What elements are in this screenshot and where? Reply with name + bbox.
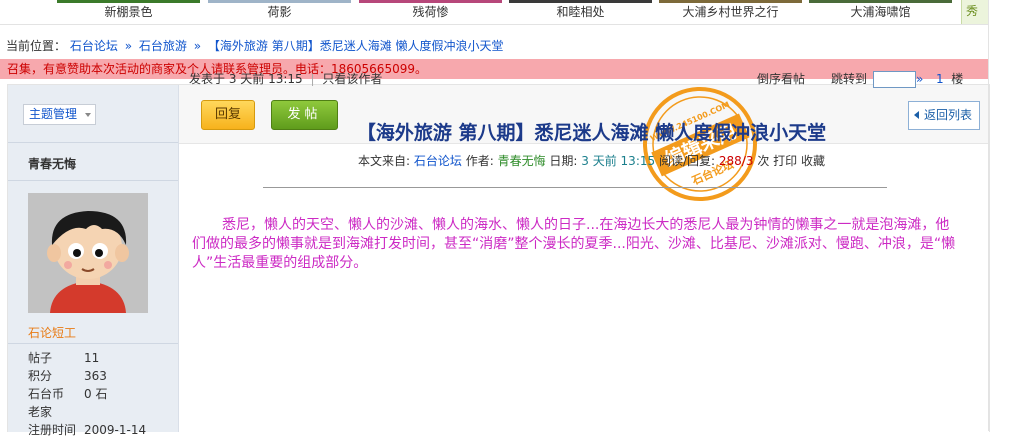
thumbnail-caption[interactable]: 残荷惨 bbox=[359, 4, 502, 20]
thumbnail-caption[interactable]: 大浦乡村世界之行 bbox=[659, 4, 802, 20]
avatar[interactable] bbox=[28, 193, 148, 313]
topic-manage-select[interactable]: 主题管理 bbox=[23, 104, 96, 125]
avatar-image bbox=[28, 193, 148, 313]
stat-label: 积分 bbox=[28, 369, 53, 383]
stat-value: 11 bbox=[84, 351, 100, 365]
strip-more-tab[interactable]: 秀 bbox=[961, 0, 989, 24]
author-only-link[interactable]: 只看该作者 bbox=[322, 72, 382, 86]
views-unit: 次 bbox=[757, 154, 770, 168]
post-body: 悉尼，懒人的天空、懒人的沙滩、懒人的海水、懒人的日子...在海边长大的悉尼人最为… bbox=[192, 217, 956, 271]
post-date: 3 天前 13:15 bbox=[581, 154, 656, 168]
source-label: 本文来自: bbox=[357, 154, 411, 168]
stat-value: 0 石 bbox=[84, 387, 108, 401]
thumbnail-image[interactable] bbox=[509, 0, 652, 3]
thumbnail-caption[interactable]: 和睦相处 bbox=[509, 4, 652, 20]
views-label: 阅读/回复: bbox=[658, 154, 716, 168]
date-label: 日期: bbox=[549, 154, 578, 168]
breadcrumb: 当前位置： 石台论坛 » 石台旅游 » 【海外旅游 第八期】悉尼迷人海滩 懒人度… bbox=[6, 38, 504, 54]
page-edge bbox=[988, 0, 989, 431]
thumbnail-item[interactable]: 新棚景色 bbox=[57, 0, 200, 24]
breadcrumb-link-forum[interactable]: 石台论坛 bbox=[70, 39, 118, 53]
stat-label: 帖子 bbox=[28, 351, 53, 365]
stat-label: 注册时间 bbox=[28, 423, 77, 437]
thumbnail-strip: 新棚景色 荷影 残荷惨 和睦相处 大浦乡村世界之行 大浦海啸馆 秀 bbox=[0, 0, 989, 25]
stat-value: 363 bbox=[84, 369, 107, 383]
posted-prefix: 发表于 bbox=[189, 72, 226, 86]
breadcrumb-link-thread[interactable]: 【海外旅游 第八期】悉尼迷人海滩 懒人度假冲浪小天堂 bbox=[208, 39, 504, 53]
strip-more-label[interactable]: 秀 bbox=[966, 2, 978, 19]
favorite-link[interactable]: 收藏 bbox=[801, 154, 825, 168]
views-count: 288/3 bbox=[718, 154, 754, 168]
meta-divider: | bbox=[310, 72, 315, 86]
thumbnail-caption[interactable]: 荷影 bbox=[208, 4, 351, 20]
breadcrumb-link-travel[interactable]: 石台旅游 bbox=[139, 39, 187, 53]
floor-label: 楼 bbox=[951, 72, 964, 86]
breadcrumb-separator: » bbox=[193, 39, 202, 53]
sidebar-divider bbox=[8, 343, 178, 344]
stat-label: 老家 bbox=[28, 405, 53, 419]
posted-time: 3 天前 13:15 bbox=[228, 72, 303, 86]
sidebar-divider bbox=[8, 180, 178, 181]
floor-number: 1 楼 bbox=[936, 71, 963, 87]
thumbnail-item[interactable]: 残荷惨 bbox=[359, 0, 502, 24]
author-sidebar: 主题管理 青春无悔 石论短工 帖子 11 积分 363 石台币 0 石 老家 注… bbox=[8, 85, 179, 437]
breadcrumb-prefix: 当前位置： bbox=[6, 39, 67, 53]
thumbnail-image[interactable] bbox=[809, 0, 952, 3]
thumbnail-item[interactable]: 荷影 bbox=[208, 0, 351, 24]
post-source-line: 本文来自: 石台论坛 作者: 青春无悔 日期: 3 天前 13:15 阅读/回复… bbox=[171, 152, 1012, 169]
title-divider bbox=[263, 187, 887, 188]
thumbnail-image[interactable] bbox=[57, 0, 200, 3]
thumbnail-image[interactable] bbox=[659, 0, 802, 3]
author-label: 作者: bbox=[465, 154, 494, 168]
topic-manage-label[interactable]: 主题管理 bbox=[29, 107, 77, 122]
author-rank[interactable]: 石论短工 bbox=[28, 324, 76, 341]
thumbnail-caption[interactable]: 大浦海啸馆 bbox=[809, 4, 952, 20]
author-link[interactable]: 青春无悔 bbox=[498, 154, 546, 168]
thumbnail-item[interactable]: 大浦乡村世界之行 bbox=[659, 0, 802, 24]
thumbnail-image[interactable] bbox=[359, 0, 502, 3]
print-link[interactable]: 打印 bbox=[773, 154, 797, 168]
thumbnail-image[interactable] bbox=[208, 0, 351, 3]
goto-label: 跳转到 bbox=[831, 72, 868, 86]
thumbnail-item[interactable]: 大浦海啸馆 bbox=[809, 0, 952, 24]
floor-number-link[interactable]: 1 bbox=[936, 72, 944, 86]
post-title: 【海外旅游 第八期】悉尼迷人海滩 懒人度假冲浪小天堂 bbox=[356, 122, 827, 144]
post-meta: 发表于 3 天前 13:15 | 只看该作者 bbox=[189, 71, 382, 87]
author-username[interactable]: 青春无悔 bbox=[28, 155, 76, 172]
thumbnail-item[interactable]: 和睦相处 bbox=[509, 0, 652, 24]
goto-arrow-icon[interactable]: » bbox=[916, 71, 923, 87]
stat-value: 2009-1-14 bbox=[84, 423, 147, 437]
chevron-down-icon[interactable] bbox=[85, 113, 91, 117]
sidebar-divider bbox=[8, 142, 178, 143]
stat-label: 石台币 bbox=[28, 387, 65, 401]
thumbnail-caption[interactable]: 新棚景色 bbox=[57, 4, 200, 20]
breadcrumb-separator: » bbox=[124, 39, 133, 53]
goto-floor-input[interactable] bbox=[873, 71, 916, 88]
reverse-order-link[interactable]: 倒序看帖 bbox=[757, 71, 805, 87]
source-link[interactable]: 石台论坛 bbox=[414, 154, 462, 168]
